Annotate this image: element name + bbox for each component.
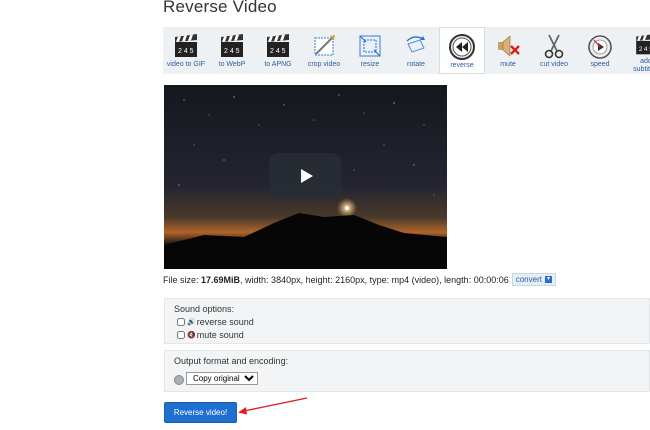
tool-label: rotate — [407, 61, 425, 68]
mute-sound-option[interactable]: 🔇 mute sound — [177, 330, 244, 340]
tool-label: resize — [360, 61, 380, 68]
tool-resize[interactable]: resize — [347, 27, 393, 74]
play-button[interactable] — [269, 153, 341, 199]
tool-add-subtitles[interactable]: 2 4 5 add subtitles — [623, 27, 650, 74]
crop-icon — [314, 35, 335, 56]
tool-label: mute — [500, 61, 516, 68]
tool-to-webp[interactable]: 2 4 5 to WebP — [209, 27, 255, 74]
svg-text:2 4 5: 2 4 5 — [224, 48, 240, 55]
rewind-icon — [449, 34, 475, 60]
settings-icon — [174, 375, 184, 385]
speaker-icon: 🔊 — [187, 319, 196, 326]
speedometer-icon — [588, 35, 612, 59]
reverse-video-button[interactable]: Reverse video! — [164, 402, 237, 423]
tool-label: reverse — [450, 62, 474, 69]
page-title: Reverse Video — [163, 0, 277, 16]
tool-label: to APNG — [264, 61, 292, 68]
reverse-sound-option[interactable]: 🔊 reverse sound — [177, 317, 254, 327]
file-info-prefix: File size: — [163, 274, 202, 285]
tool-label: add subtitles — [633, 58, 650, 73]
convert-button[interactable]: convert ▾ — [511, 273, 556, 286]
video-preview[interactable] — [164, 85, 447, 269]
svg-text:2 4 5: 2 4 5 — [178, 48, 194, 55]
speaker-mute-icon: 🔇 — [187, 332, 196, 339]
file-size-value: 17.69MiB — [201, 274, 241, 285]
reverse-sound-checkbox[interactable] — [177, 318, 185, 326]
sound-options-heading: Sound options: — [174, 304, 235, 314]
clapperboard-icon: 2 4 5 — [267, 34, 289, 57]
speaker-mute-icon — [498, 35, 520, 57]
tool-to-apng[interactable]: 2 4 5 to APNG — [255, 27, 301, 74]
output-format-heading: Output format and encoding: — [174, 356, 289, 366]
output-format-select[interactable]: Copy original — [186, 372, 258, 385]
tool-label: cut video — [539, 61, 569, 68]
output-format-panel: Output format and encoding: Copy origina… — [164, 350, 650, 392]
tool-crop-video[interactable]: crop video — [301, 27, 347, 74]
clapperboard-icon: 2 4 5 — [221, 34, 243, 57]
svg-text:2 4 5: 2 4 5 — [270, 48, 286, 55]
tool-label: speed — [590, 61, 610, 68]
tool-label: crop video — [307, 61, 341, 68]
tool-reverse[interactable]: reverse — [439, 27, 485, 74]
mute-sound-checkbox[interactable] — [177, 331, 185, 339]
convert-label: convert — [515, 275, 542, 284]
file-info: File size: 17.69MiB, width: 3840px, heig… — [163, 273, 556, 286]
tool-toolbar: 2 4 5 video to GIF 2 4 5 to WebP 2 4 5 t… — [163, 27, 650, 74]
reverse-sound-label: reverse sound — [196, 317, 254, 327]
mute-sound-label: mute sound — [196, 330, 244, 340]
clapperboard-icon: 2 4 5 — [636, 34, 650, 55]
clapperboard-icon: 2 4 5 — [175, 34, 197, 57]
resize-icon — [359, 35, 381, 57]
tool-label: to WebP — [218, 61, 246, 68]
tool-video-to-gif[interactable]: 2 4 5 video to GIF — [163, 27, 209, 74]
rotate-icon — [406, 36, 425, 53]
svg-text:2 4 5: 2 4 5 — [639, 46, 650, 53]
tool-speed[interactable]: speed — [577, 27, 623, 74]
sound-options-panel: Sound options: 🔊 reverse sound 🔇 mute so… — [164, 298, 650, 344]
tool-mute[interactable]: mute — [485, 27, 531, 74]
download-icon: ▾ — [544, 276, 552, 283]
tool-rotate[interactable]: rotate — [393, 27, 439, 74]
scissors-icon — [544, 34, 564, 59]
tool-label: video to GIF — [166, 61, 206, 68]
play-icon — [300, 169, 313, 183]
file-details: , width: 3840px, height: 2160px, type: m… — [240, 274, 509, 285]
tool-cut-video[interactable]: cut video — [531, 27, 577, 74]
